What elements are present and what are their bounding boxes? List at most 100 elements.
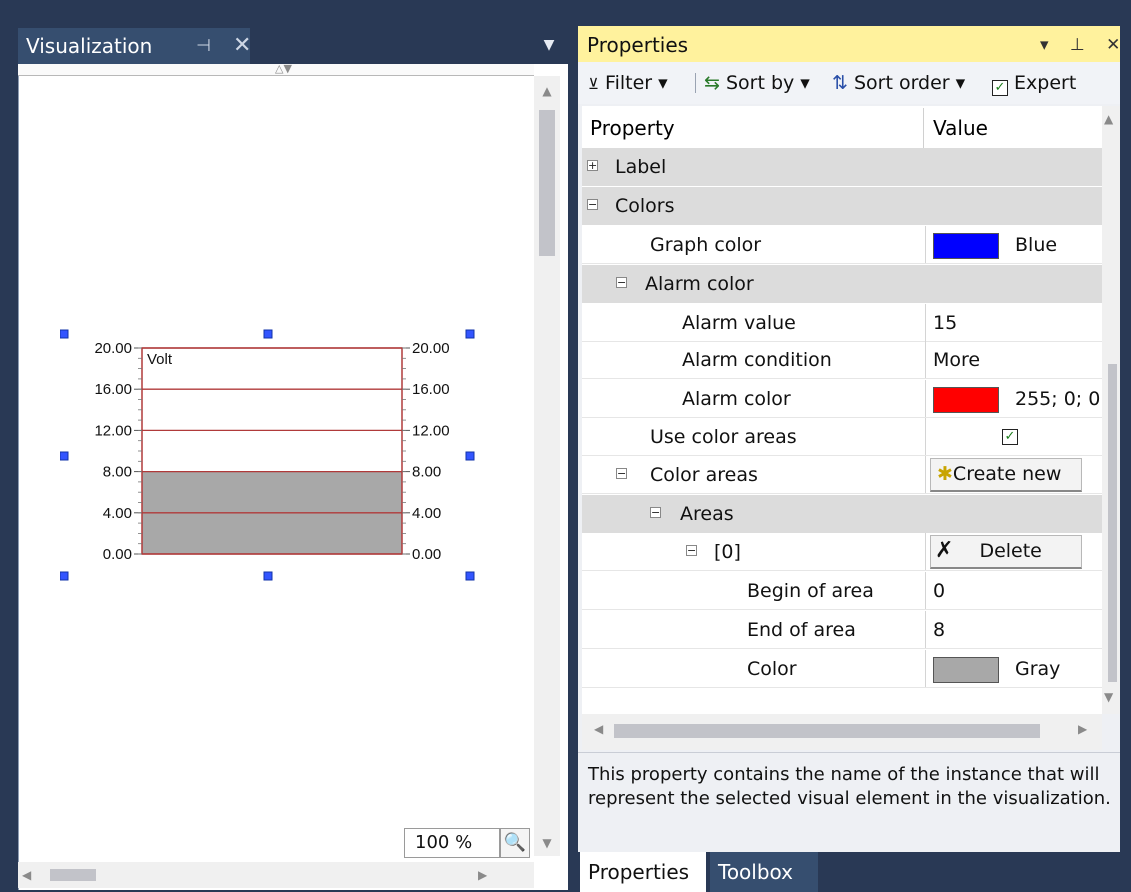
- meter-tick-label: 16.00: [94, 381, 132, 398]
- toolbar-divider: [695, 73, 696, 93]
- column-divider: [925, 418, 926, 456]
- meter-tick-label: 8.00: [103, 464, 132, 481]
- selection-handle[interactable]: [465, 329, 475, 339]
- sort-by-button[interactable]: ⇆ Sort by ▾: [704, 62, 810, 104]
- tab-visualization[interactable]: Visualization ⊣ ✕: [18, 28, 251, 64]
- column-divider: [925, 533, 926, 571]
- meter-tick-label: 20.00: [412, 340, 450, 357]
- selection-handle[interactable]: [60, 571, 69, 581]
- column-header-value[interactable]: Value: [925, 108, 1102, 148]
- chevron-down-icon[interactable]: ▼: [538, 30, 560, 60]
- row-divider: [582, 687, 1102, 688]
- filter-button[interactable]: ⊻ Filter ▾: [588, 62, 668, 105]
- zoom-level-field[interactable]: 100 %: [404, 828, 500, 858]
- sort-order-button[interactable]: ⇅ Sort order ▾: [832, 62, 965, 104]
- property-grid-vertical-thumb[interactable]: [1108, 364, 1117, 682]
- selection-handle[interactable]: [465, 451, 475, 461]
- properties-title: Properties: [587, 33, 689, 57]
- scroll-up-arrow-icon[interactable]: ▲: [534, 80, 560, 102]
- vertical-scroll-thumb[interactable]: [539, 110, 555, 256]
- properties-toolbar: ⊻ Filter ▾ ⇆ Sort by ▾ ⇅ Sort order ▾ ✓ …: [578, 62, 1120, 104]
- expert-toggle[interactable]: ✓ Expert: [992, 62, 1076, 104]
- meter-tick-label: 8.00: [412, 464, 441, 481]
- scroll-right-arrow-icon[interactable]: ▶: [478, 864, 498, 886]
- property-row-label[interactable]: + Label: [582, 148, 1102, 186]
- scroll-right-arrow-icon[interactable]: ▶: [1078, 722, 1087, 736]
- column-divider: [925, 341, 926, 379]
- sort-by-icon: ⇆: [704, 72, 720, 94]
- property-description: This property contains the name of the i…: [578, 752, 1120, 848]
- property-name: [0]: [714, 541, 741, 563]
- color-swatch[interactable]: [933, 657, 999, 683]
- color-swatch[interactable]: [933, 233, 999, 259]
- sort-order-label: Sort order ▾: [853, 72, 966, 94]
- column-divider: [925, 304, 926, 342]
- horizontal-scroll-thumb[interactable]: [50, 869, 96, 881]
- scroll-left-arrow-icon[interactable]: ◀: [594, 722, 603, 736]
- scroll-up-arrow-icon[interactable]: ▲: [1104, 112, 1113, 126]
- create-new-button[interactable]: ✱Create new: [930, 458, 1082, 492]
- property-name: Label: [615, 156, 667, 178]
- meter-tick-label: 16.00: [412, 381, 450, 398]
- property-row-end-of-area[interactable]: End of area 8: [582, 611, 1102, 649]
- window-controls-icon[interactable]: ▾ ⊥ ✕: [1040, 30, 1128, 60]
- selection-handle[interactable]: [263, 571, 273, 581]
- selection-handle[interactable]: [60, 451, 69, 461]
- sort-order-icon: ⇅: [832, 72, 848, 94]
- sort-by-label: Sort by ▾: [725, 72, 810, 94]
- property-name: Alarm condition: [682, 349, 832, 371]
- property-row-use-color-areas[interactable]: Use color areas ✓: [582, 418, 1102, 456]
- property-value[interactable]: 15: [933, 304, 957, 342]
- property-value[interactable]: 8: [933, 611, 945, 649]
- filter-icon: ⊻: [588, 75, 599, 93]
- selection-handle[interactable]: [263, 329, 273, 339]
- property-row-color[interactable]: Color Gray: [582, 650, 1102, 688]
- scroll-left-arrow-icon[interactable]: ◀: [22, 864, 42, 886]
- scroll-down-arrow-icon[interactable]: ▼: [534, 832, 560, 854]
- column-divider: [925, 611, 926, 649]
- property-row-alarm-color-group[interactable]: − Alarm color: [582, 265, 1102, 303]
- property-grid-horizontal-thumb[interactable]: [614, 724, 1040, 738]
- collapse-icon[interactable]: −: [686, 545, 697, 556]
- property-row-alarm-color[interactable]: Alarm color 255; 0; 0: [582, 380, 1102, 418]
- row-divider: [582, 263, 1102, 264]
- meter-tick-label: 12.00: [412, 422, 450, 439]
- property-row-alarm-value[interactable]: Alarm value 15: [582, 304, 1102, 342]
- property-row-begin-of-area[interactable]: Begin of area 0: [582, 572, 1102, 610]
- zoom-icon[interactable]: 🔍: [500, 828, 530, 858]
- collapse-icon[interactable]: −: [616, 468, 627, 479]
- pin-icon[interactable]: ⊣: [196, 28, 211, 64]
- property-row-color-areas[interactable]: − Color areas ✱Create new: [582, 456, 1102, 494]
- property-value: Blue: [1015, 234, 1058, 256]
- property-row-graph-color[interactable]: Graph color Blue: [582, 226, 1102, 264]
- scroll-down-arrow-icon[interactable]: ▼: [1104, 690, 1113, 704]
- column-header-property[interactable]: Property: [582, 108, 924, 148]
- create-new-label: Create new: [952, 463, 1062, 485]
- property-value[interactable]: More: [933, 341, 980, 379]
- expert-checkbox[interactable]: ✓: [992, 80, 1008, 96]
- property-name: Use color areas: [650, 426, 797, 448]
- collapse-icon[interactable]: −: [587, 199, 598, 210]
- collapse-icon[interactable]: −: [650, 507, 661, 518]
- property-row-area-0[interactable]: − [0] ✗ Delete: [582, 533, 1102, 571]
- property-row-colors[interactable]: − Colors: [582, 187, 1102, 225]
- property-row-alarm-condition[interactable]: Alarm condition More: [582, 341, 1102, 379]
- property-value[interactable]: 0: [933, 572, 945, 610]
- expand-icon[interactable]: +: [587, 160, 598, 171]
- selection-handle[interactable]: [60, 329, 69, 339]
- tab-toolbox[interactable]: Toolbox: [710, 852, 818, 892]
- meter-tick-label: 0.00: [103, 546, 132, 563]
- property-name: End of area: [747, 619, 856, 641]
- use-color-areas-checkbox[interactable]: ✓: [1002, 429, 1018, 445]
- delete-button[interactable]: ✗ Delete: [930, 535, 1082, 569]
- collapse-icon[interactable]: −: [616, 277, 627, 288]
- close-icon[interactable]: ✕: [233, 28, 251, 64]
- tab-properties[interactable]: Properties: [580, 852, 706, 892]
- bar-meter-element[interactable]: 20.00 20.00 16.00 16.00 12.00 12.00 8.00 8.00 4.…: [60, 326, 490, 586]
- property-row-areas[interactable]: − Areas: [582, 495, 1102, 533]
- color-swatch[interactable]: [933, 387, 999, 413]
- meter-tick-label: 20.00: [94, 340, 132, 357]
- row-divider: [582, 493, 1102, 494]
- selection-handle[interactable]: [465, 571, 475, 581]
- meter-tick-label: 0.00: [412, 546, 441, 563]
